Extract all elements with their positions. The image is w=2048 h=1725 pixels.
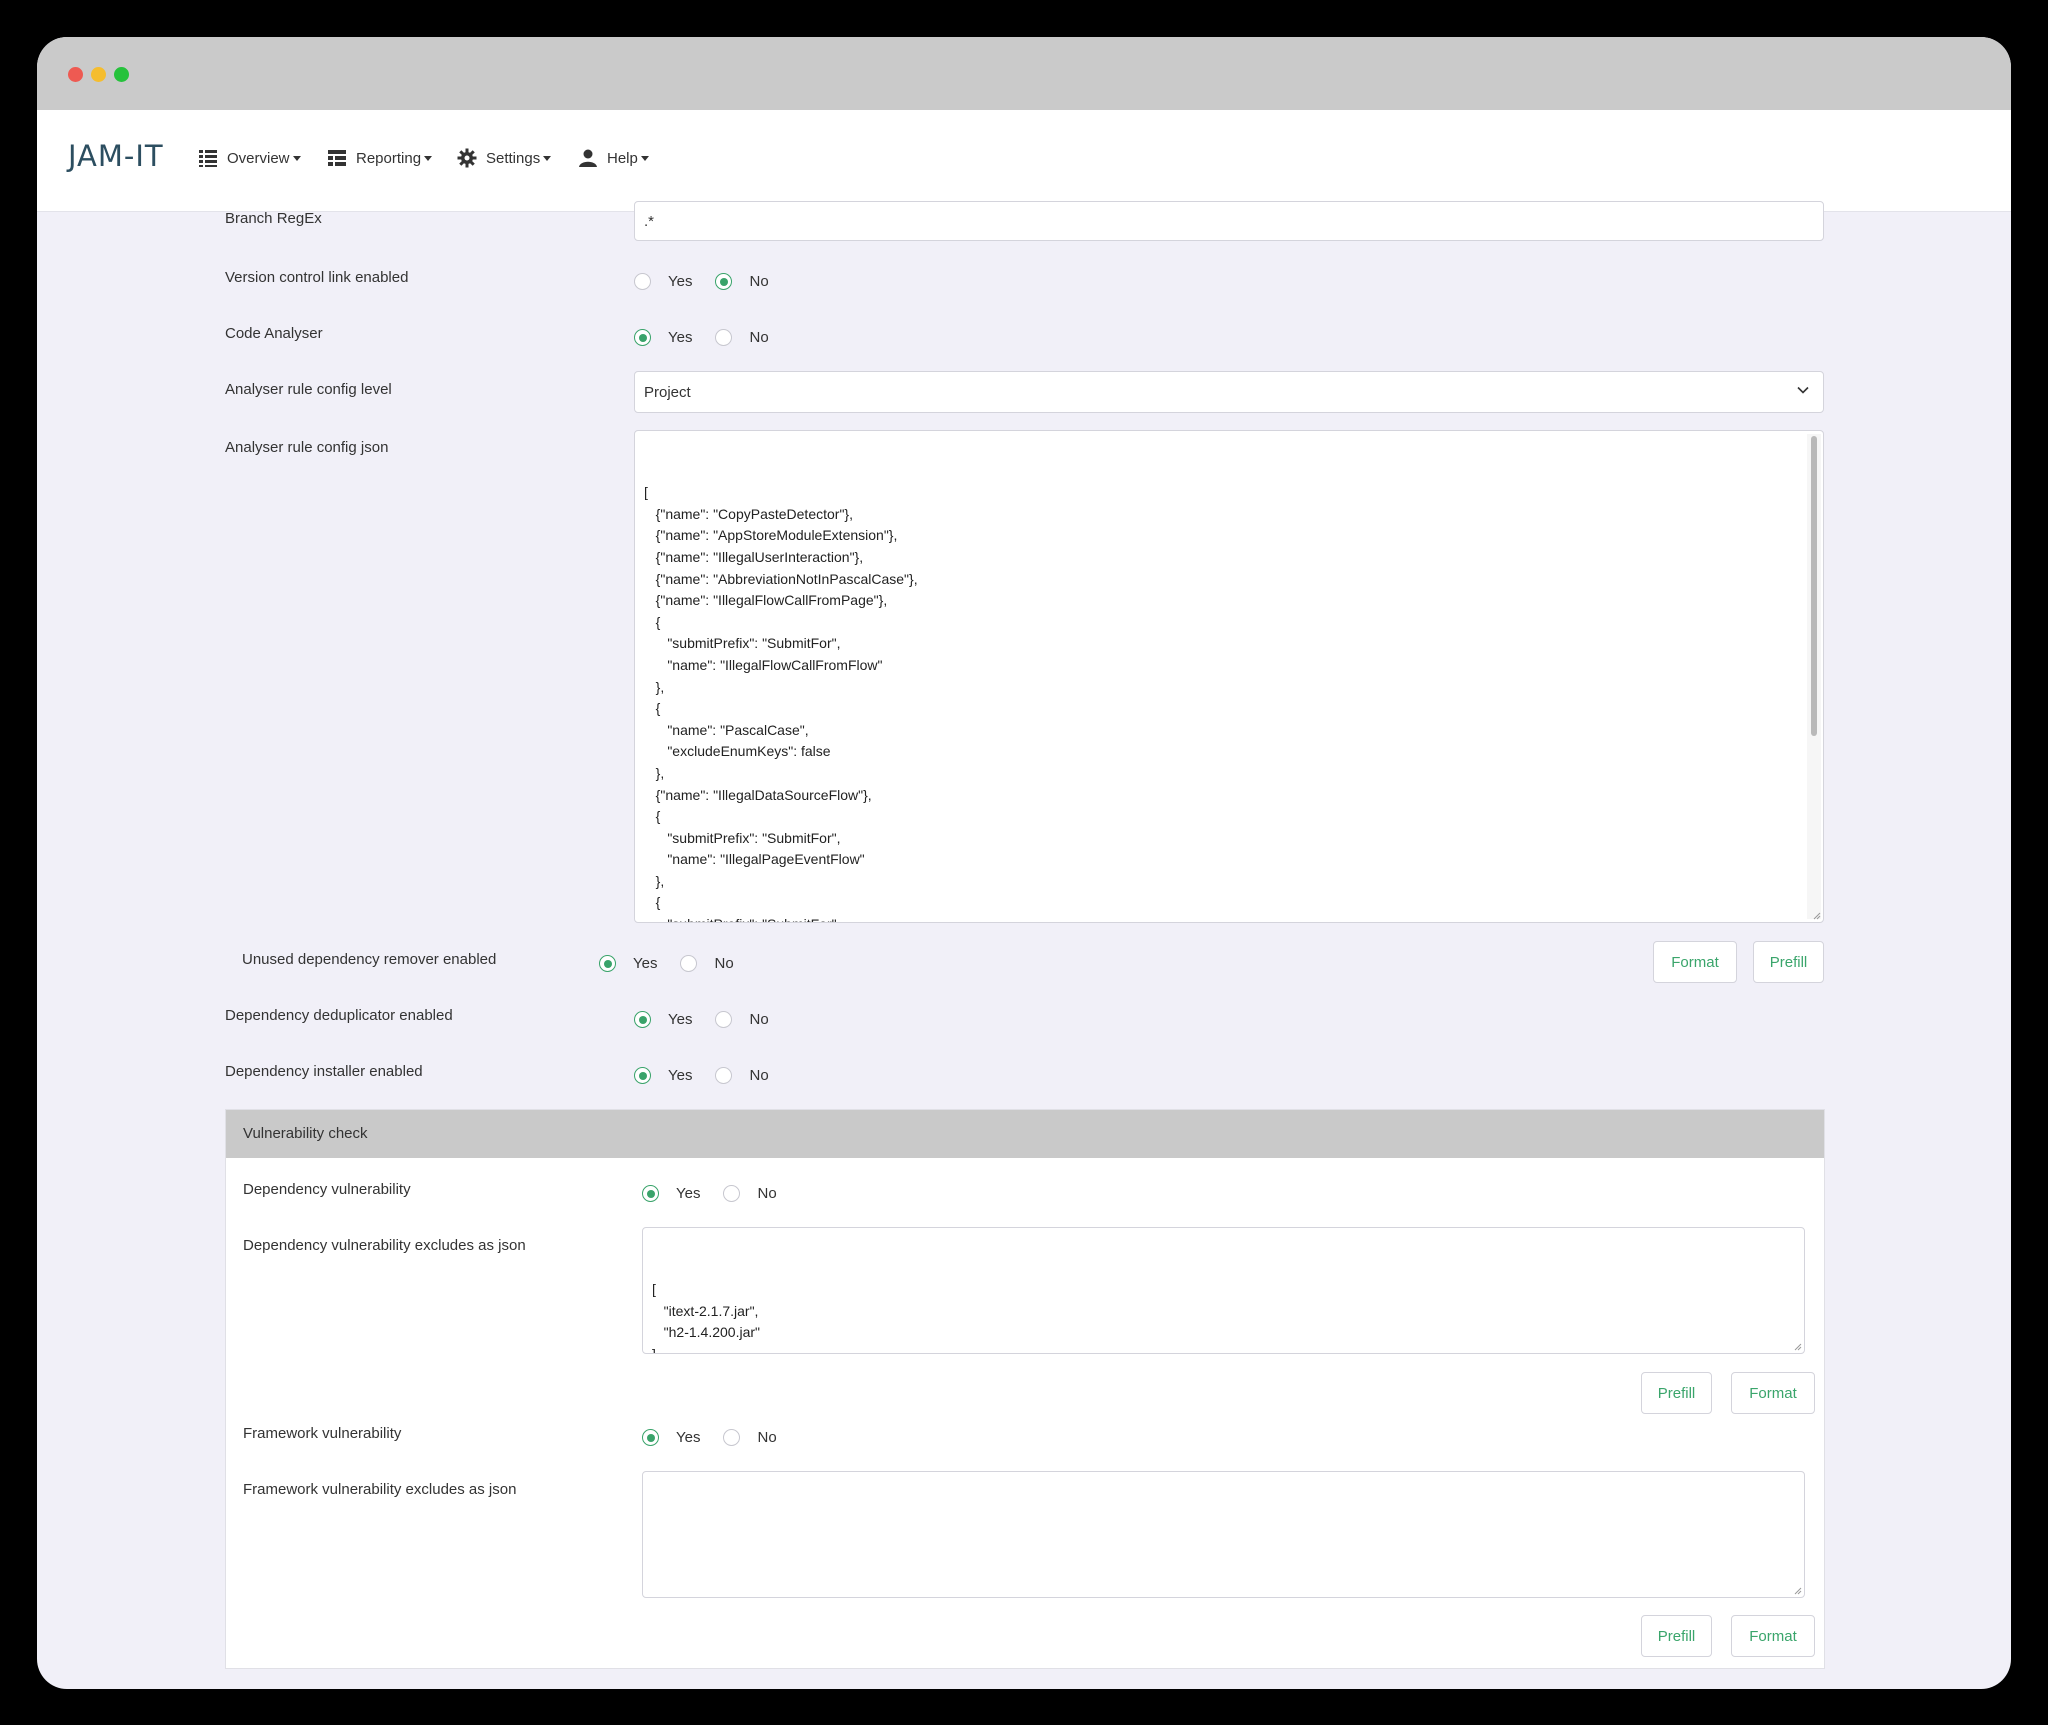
caret-down-icon bbox=[424, 155, 433, 161]
dependency-excludes-textarea[interactable]: [ "itext-2.1.7.jar", "h2-1.4.200.jar" ] bbox=[642, 1227, 1805, 1354]
nav-reporting-label: Reporting bbox=[356, 149, 422, 167]
vcs-link-yes-radio[interactable] bbox=[634, 273, 651, 290]
framework-prefill-button[interactable]: Prefill bbox=[1641, 1615, 1712, 1657]
scrollbar-thumb[interactable] bbox=[1811, 436, 1817, 736]
rule-config-json-label: Analyser rule config json bbox=[225, 439, 389, 456]
unused-remover-no-label: No bbox=[714, 955, 734, 972]
resize-grip-icon[interactable] bbox=[1792, 1341, 1802, 1351]
vcs-link-no-radio[interactable] bbox=[715, 273, 733, 290]
framework-vulnerability-yes-label: Yes bbox=[676, 1429, 701, 1446]
nav-help-label: Help bbox=[607, 149, 638, 167]
vcs-link-yes-label: Yes bbox=[668, 273, 693, 290]
unused-remover-no-radio[interactable] bbox=[680, 955, 698, 972]
deduplicator-yes-label: Yes bbox=[668, 1011, 693, 1028]
nav-overview[interactable]: Overview bbox=[198, 144, 301, 172]
nav-help[interactable]: Help bbox=[578, 144, 649, 172]
installer-no-radio[interactable] bbox=[715, 1067, 733, 1084]
table-icon bbox=[328, 150, 346, 166]
code-analyser-no-label: No bbox=[749, 329, 769, 346]
deduplicator-radio-group: Yes No bbox=[634, 1011, 792, 1028]
browser-window: JAM-IT Overview Reporting Settings Help … bbox=[37, 37, 2011, 1689]
framework-vulnerability-no-radio[interactable] bbox=[723, 1429, 741, 1446]
nav-settings-label: Settings bbox=[486, 149, 541, 167]
framework-format-button[interactable]: Format bbox=[1731, 1615, 1815, 1657]
unused-remover-yes-radio[interactable] bbox=[599, 955, 616, 972]
dependency-vulnerability-no-radio[interactable] bbox=[723, 1185, 741, 1202]
framework-vulnerability-yes-radio[interactable] bbox=[642, 1429, 659, 1446]
vulnerability-panel: Vulnerability check Dependency vulnerabi… bbox=[225, 1109, 1825, 1669]
rule-config-level-label: Analyser rule config level bbox=[225, 381, 392, 398]
vertical-scrollbar[interactable] bbox=[1807, 434, 1821, 919]
rule-config-level-value: Project bbox=[644, 383, 691, 401]
code-analyser-yes-label: Yes bbox=[668, 329, 693, 346]
framework-vulnerability-label: Framework vulnerability bbox=[243, 1425, 402, 1442]
code-analyser-yes-radio[interactable] bbox=[634, 329, 651, 346]
code-analyser-label: Code Analyser bbox=[225, 325, 323, 342]
rule-config-level-select[interactable]: Project bbox=[634, 371, 1824, 413]
installer-no-label: No bbox=[749, 1067, 769, 1084]
branch-regex-input[interactable]: .* bbox=[634, 201, 1824, 241]
rule-config-json-text: [ {"name": "CopyPasteDetector"}, {"name"… bbox=[644, 484, 918, 922]
dependency-vulnerability-label: Dependency vulnerability bbox=[243, 1181, 411, 1198]
framework-excludes-label: Framework vulnerability excludes as json bbox=[243, 1481, 517, 1498]
code-analyser-radio-group: Yes No bbox=[634, 329, 792, 346]
user-icon bbox=[579, 149, 597, 167]
app-logo[interactable]: JAM-IT bbox=[68, 139, 164, 173]
deduplicator-yes-radio[interactable] bbox=[634, 1011, 651, 1028]
code-analyser-no-radio[interactable] bbox=[715, 329, 733, 346]
dependency-excludes-text: [ "itext-2.1.7.jar", "h2-1.4.200.jar" ] bbox=[652, 1281, 761, 1354]
gear-icon bbox=[457, 148, 477, 168]
framework-vulnerability-radio-group: Yes No bbox=[642, 1429, 800, 1446]
framework-excludes-textarea[interactable] bbox=[642, 1471, 1805, 1598]
installer-label: Dependency installer enabled bbox=[225, 1063, 423, 1080]
installer-radio-group: Yes No bbox=[634, 1067, 792, 1084]
dependency-vulnerability-no-label: No bbox=[757, 1185, 777, 1202]
unused-remover-radio-group: Yes No bbox=[599, 955, 757, 972]
format-button[interactable]: Format bbox=[1653, 941, 1737, 983]
unused-remover-label: Unused dependency remover enabled bbox=[242, 951, 497, 968]
dependency-vulnerability-yes-radio[interactable] bbox=[642, 1185, 659, 1202]
nav-reporting[interactable]: Reporting bbox=[327, 144, 433, 172]
minimize-window-button[interactable] bbox=[91, 67, 106, 82]
close-window-button[interactable] bbox=[68, 67, 83, 82]
framework-vulnerability-no-label: No bbox=[757, 1429, 777, 1446]
dependency-vulnerability-radio-group: Yes No bbox=[642, 1185, 800, 1202]
vcs-link-no-label: No bbox=[749, 273, 769, 290]
vulnerability-panel-title: Vulnerability check bbox=[243, 1125, 368, 1142]
nav-settings[interactable]: Settings bbox=[457, 144, 552, 172]
vcs-link-radio-group: Yes No bbox=[634, 273, 792, 290]
vulnerability-panel-header: Vulnerability check bbox=[226, 1110, 1824, 1158]
unused-remover-yes-label: Yes bbox=[633, 955, 658, 972]
installer-yes-label: Yes bbox=[668, 1067, 693, 1084]
prefill-button[interactable]: Prefill bbox=[1753, 941, 1824, 983]
caret-down-icon bbox=[292, 155, 301, 161]
list-icon bbox=[199, 150, 217, 167]
deduplicator-label: Dependency deduplicator enabled bbox=[225, 1007, 453, 1024]
title-bar bbox=[37, 37, 2011, 110]
dependency-format-button[interactable]: Format bbox=[1731, 1372, 1815, 1414]
branch-regex-label: Branch RegEx bbox=[225, 210, 322, 227]
dependency-excludes-label: Dependency vulnerability excludes as jso… bbox=[243, 1237, 526, 1254]
resize-grip-icon[interactable] bbox=[1811, 910, 1821, 920]
vcs-link-label: Version control link enabled bbox=[225, 269, 409, 286]
top-navbar: JAM-IT Overview Reporting Settings Help bbox=[37, 110, 2011, 212]
maximize-window-button[interactable] bbox=[114, 67, 129, 82]
installer-yes-radio[interactable] bbox=[634, 1067, 651, 1084]
dependency-prefill-button[interactable]: Prefill bbox=[1641, 1372, 1712, 1414]
nav-overview-label: Overview bbox=[227, 149, 290, 167]
dependency-vulnerability-yes-label: Yes bbox=[676, 1185, 701, 1202]
resize-grip-icon[interactable] bbox=[1792, 1585, 1802, 1595]
caret-down-icon bbox=[640, 155, 649, 161]
chevron-down-icon bbox=[1797, 386, 1809, 394]
deduplicator-no-radio[interactable] bbox=[715, 1011, 733, 1028]
rule-config-json-textarea[interactable]: [ {"name": "CopyPasteDetector"}, {"name"… bbox=[634, 430, 1824, 923]
deduplicator-no-label: No bbox=[749, 1011, 769, 1028]
caret-down-icon bbox=[543, 155, 552, 161]
